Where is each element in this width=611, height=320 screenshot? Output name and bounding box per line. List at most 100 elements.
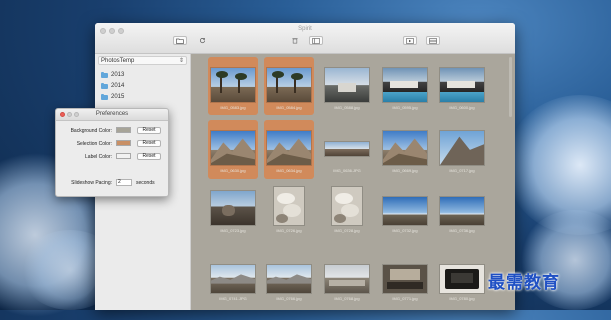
photo-filename-label: IMG_0630.jpg — [220, 168, 246, 173]
photo-thumbnail-image — [211, 191, 255, 225]
open-folder-button[interactable] — [173, 36, 187, 45]
photo-filename-label: IMG_0732.jpg — [392, 228, 418, 233]
chevron-updown-icon: ⇕ — [178, 58, 184, 64]
photo-filename-label: IMG_0588.jpg — [334, 105, 360, 110]
photo-filename-label: IMG_0717.jpg — [449, 168, 475, 173]
photo-thumbnail-cell[interactable]: IMG_0726.jpg — [264, 184, 314, 238]
photo-filename-label: IMG_0726.jpg — [276, 228, 302, 233]
scrollbar[interactable] — [509, 57, 512, 117]
photo-thumbnail-image — [440, 197, 484, 225]
source-selector[interactable]: PhotosTemp ⇕ — [98, 56, 187, 65]
photo-filename-label: IMG_0771.jpg — [392, 296, 418, 301]
window-title: Spirit — [298, 26, 312, 32]
photo-thumbnail-cell[interactable]: IMG_0583.jpg — [208, 57, 258, 115]
photo-grid: IMG_0583.jpg IMG_0584.jpg IMG_0588.jpg IMG_… — [191, 54, 515, 310]
preferences-title: Preferences — [95, 111, 129, 117]
photo-filename-label: IMG_0636.JPG — [333, 168, 361, 173]
grid-icon — [429, 37, 437, 44]
slideshow-pacing-label: Slideshow Pacing: — [71, 180, 112, 186]
preferences-titlebar: Preferences — [56, 109, 168, 121]
photo-thumbnail-cell[interactable]: IMG_0595.jpg — [380, 57, 430, 115]
selection-color-label: Selection Color: — [76, 141, 112, 147]
grid-view-button[interactable] — [426, 36, 440, 45]
photo-filename-label: IMG_0595.jpg — [392, 105, 418, 110]
photo-thumbnail-image — [383, 68, 427, 102]
sidebar-folder-2014[interactable]: 2014 — [101, 82, 124, 90]
folder-icon — [101, 93, 108, 100]
refresh-icon — [199, 38, 205, 44]
photo-thumbnail-cell[interactable]: IMG_0630.jpg — [208, 120, 258, 179]
photo-thumbnail-cell[interactable]: IMG_0766.jpg — [264, 252, 314, 302]
photo-thumbnail-cell[interactable]: IMG_0584.jpg — [264, 57, 314, 115]
selection-color-well[interactable] — [116, 140, 131, 146]
photo-filename-label: IMG_0766.jpg — [276, 296, 302, 301]
photo-thumbnail-cell[interactable]: IMG_0636.JPG — [322, 120, 372, 179]
slideshow-pacing-input[interactable]: 2 — [116, 179, 132, 186]
photo-filename-label: IMG_0634.jpg — [276, 168, 302, 173]
photo-thumbnail-image — [274, 187, 304, 225]
photo-thumbnail-image — [383, 197, 427, 225]
sidebar-folder-2013[interactable]: 2013 — [101, 71, 124, 79]
reset-background-button[interactable]: Reset — [137, 126, 161, 134]
reset-label-button[interactable]: Reset — [137, 152, 161, 160]
photo-thumbnail-image — [211, 68, 255, 102]
photo-thumbnail-cell[interactable]: IMG_0669.jpg — [380, 120, 430, 179]
refresh-button[interactable] — [195, 36, 209, 45]
folder-label: 2013 — [111, 72, 125, 78]
photo-filename-label: IMG_0600.jpg — [449, 105, 475, 110]
reset-selection-button[interactable]: Reset — [137, 139, 161, 147]
photo-thumbnail-cell[interactable]: IMG_0741.JPG — [208, 252, 258, 302]
photo-thumbnail-cell[interactable]: IMG_0728.jpg — [322, 184, 372, 238]
folder-label: 2014 — [111, 83, 125, 89]
photo-thumbnail-cell[interactable]: IMG_0780.jpg — [437, 252, 487, 302]
folder-icon — [176, 38, 184, 44]
slideshow-button[interactable] — [403, 36, 417, 45]
photo-filename-label: IMG_0768.jpg — [334, 296, 360, 301]
photo-filename-label: IMG_0723.jpg — [220, 228, 246, 233]
photo-thumbnail-cell[interactable]: IMG_0732.jpg — [380, 184, 430, 238]
window-icon — [312, 37, 320, 44]
folder-icon — [101, 71, 108, 78]
photo-thumbnail-cell[interactable]: IMG_0634.jpg — [264, 120, 314, 179]
photo-thumbnail-image — [440, 68, 484, 102]
photo-thumbnail-image — [332, 187, 362, 225]
photo-thumbnail-image — [211, 131, 255, 165]
sidebar-folder-2015[interactable]: 2015 — [101, 93, 124, 101]
photo-filename-label: IMG_0728.jpg — [334, 228, 360, 233]
photo-filename-label: IMG_0583.jpg — [220, 105, 246, 110]
photo-thumbnail-image — [383, 265, 427, 293]
photo-thumbnail-image — [383, 131, 427, 165]
photo-thumbnail-image — [267, 131, 311, 165]
photo-thumbnail-image — [325, 68, 369, 102]
photo-thumbnail-image — [325, 265, 369, 293]
label-color-well[interactable] — [116, 153, 131, 159]
source-selector-label: PhotosTemp — [101, 58, 135, 64]
window-view-button[interactable] — [309, 36, 323, 45]
delete-button[interactable] — [288, 36, 302, 45]
photo-thumbnail-cell[interactable]: IMG_0768.jpg — [322, 252, 372, 302]
photo-thumbnail-image — [325, 142, 369, 156]
photo-thumbnail-cell[interactable]: IMG_0717.jpg — [437, 120, 487, 179]
photo-thumbnail-cell[interactable]: IMG_0736.jpg — [437, 184, 487, 238]
photo-thumbnail-cell[interactable]: IMG_0588.jpg — [322, 57, 372, 115]
preferences-panel: Preferences Background Color: Reset Sele… — [55, 108, 169, 197]
photo-filename-label: IMG_0780.jpg — [449, 296, 475, 301]
photo-thumbnail-cell[interactable]: IMG_0723.jpg — [208, 184, 258, 238]
photo-thumbnail-image — [267, 265, 311, 293]
photo-filename-label: IMG_0736.jpg — [449, 228, 475, 233]
background-color-label: Background Color: — [70, 128, 112, 134]
photo-filename-label: IMG_0669.jpg — [392, 168, 418, 173]
play-icon — [406, 37, 414, 44]
trash-icon — [292, 38, 298, 44]
background-color-well[interactable] — [116, 127, 131, 133]
photo-thumbnail-image — [211, 265, 255, 293]
photo-thumbnail-cell[interactable]: IMG_0600.jpg — [437, 57, 487, 115]
photo-filename-label: IMG_0584.jpg — [276, 105, 302, 110]
photo-thumbnail-cell[interactable]: IMG_0771.jpg — [380, 252, 430, 302]
titlebar: Spirit — [95, 23, 515, 54]
label-color-label: Label Color: — [85, 154, 112, 160]
photo-thumbnail-image — [440, 131, 484, 165]
folder-label: 2015 — [111, 94, 125, 100]
slideshow-unit-label: seconds — [136, 180, 155, 186]
folder-icon — [101, 82, 108, 89]
